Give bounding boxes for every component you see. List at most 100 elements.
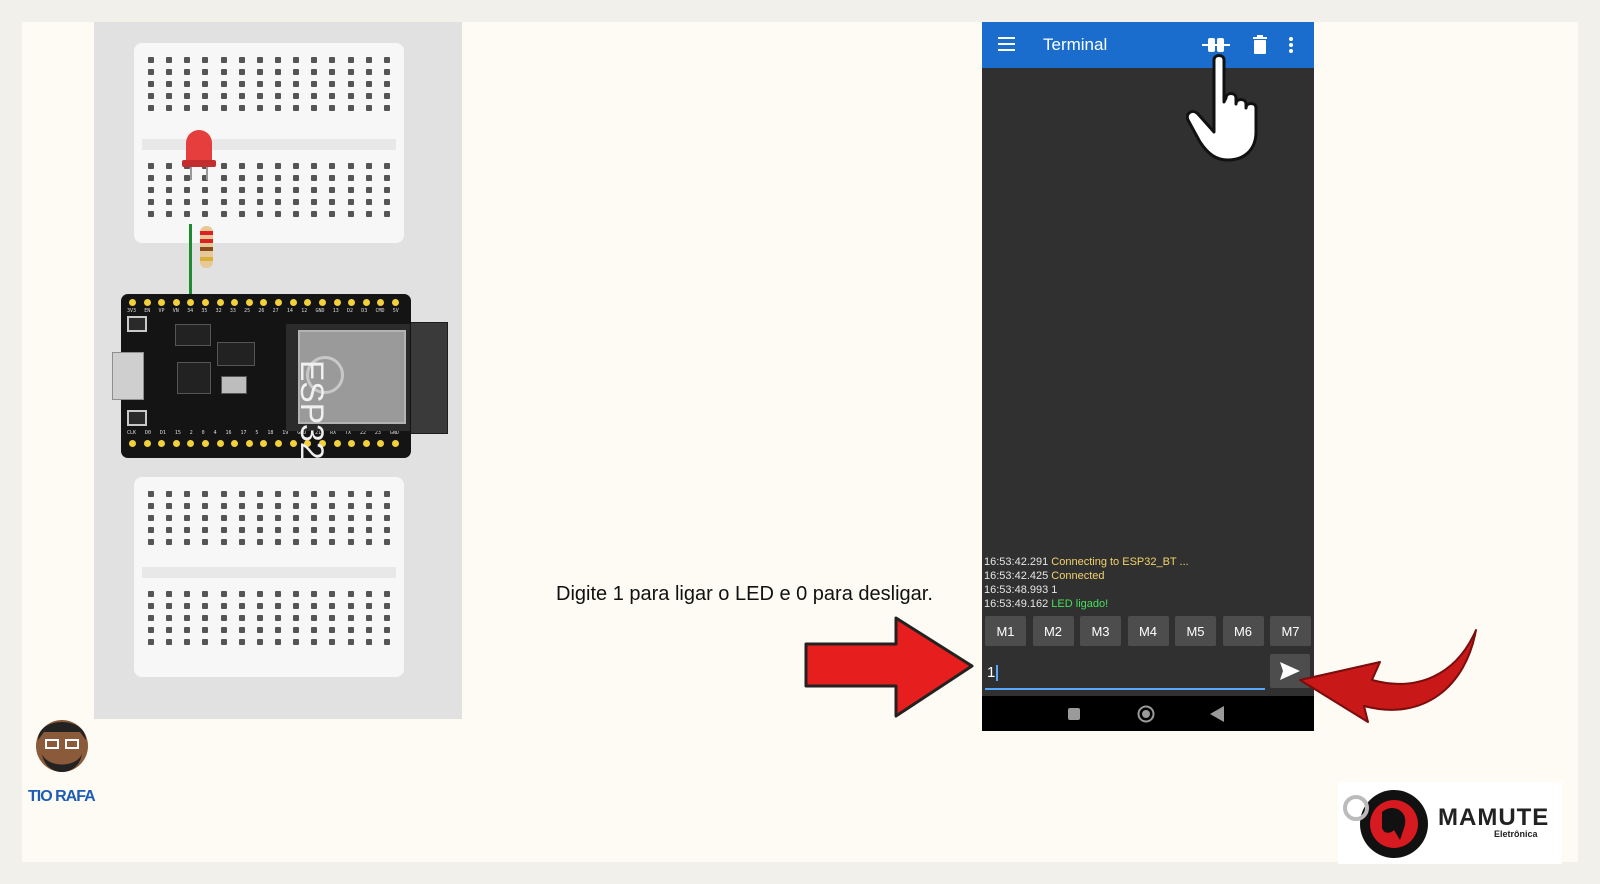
breadboard-hole [202, 93, 209, 99]
breadboard-hole [256, 93, 263, 99]
breadboard-hole [311, 187, 318, 193]
breadboard-hole [148, 81, 155, 87]
breadboard-hole [238, 515, 245, 521]
macro-button-m5[interactable]: M5 [1175, 616, 1216, 646]
breadboard-hole [347, 615, 354, 621]
macro-button-m1[interactable]: M1 [985, 616, 1026, 646]
breadboard-hole [148, 57, 155, 63]
breadboard-hole [311, 527, 318, 533]
breadboard-hole [256, 603, 263, 609]
esp32-pin-label: 17 [240, 430, 247, 436]
breadboard-hole [365, 515, 372, 521]
breadboard-hole [166, 515, 173, 521]
breadboard-hole [311, 503, 318, 509]
macro-button-m2[interactable]: M2 [1032, 616, 1074, 646]
breadboard-hole [293, 187, 300, 193]
breadboard-hole [311, 615, 318, 621]
menu-icon[interactable] [998, 37, 1015, 51]
macro-button-m6[interactable]: M6 [1222, 616, 1264, 646]
breadboard-hole [275, 515, 282, 521]
breadboard-hole [275, 211, 282, 217]
esp32-pin [377, 299, 385, 306]
esp32-pin-label: 27 [272, 308, 279, 314]
breadboard-hole [347, 539, 354, 545]
send-text-input[interactable]: 1 [985, 658, 1265, 690]
breadboard-hole [184, 539, 191, 545]
text-caret [996, 665, 999, 682]
breadboard-hole [184, 57, 191, 63]
breadboard-hole [184, 187, 191, 193]
breadboard-hole [311, 639, 318, 645]
breadboard-hole [347, 163, 354, 169]
esp32-pin-label: D0 [144, 430, 151, 436]
breadboard-bottom [134, 477, 404, 677]
mamute-logo: MAMUTE Eletrônica [1338, 782, 1562, 864]
breadboard-hole [166, 503, 173, 509]
breadboard-hole [293, 491, 300, 497]
breadboard-hole [275, 491, 282, 497]
home-icon[interactable] [1137, 705, 1155, 723]
esp32-pin [348, 299, 356, 306]
breadboard-hole [275, 93, 282, 99]
breadboard-hole [238, 105, 245, 111]
back-icon[interactable] [1210, 706, 1224, 722]
esp32-pin-label: VN [172, 308, 179, 314]
esp32-pin [216, 299, 224, 306]
macro-button-m4[interactable]: M4 [1127, 616, 1169, 646]
breadboard-hole [238, 539, 245, 545]
breadboard-hole [293, 603, 300, 609]
breadboard-hole [275, 57, 282, 63]
breadboard-hole [238, 81, 245, 87]
breadboard-hole [166, 527, 173, 533]
esp32-pin [275, 299, 283, 306]
recents-icon[interactable] [1068, 708, 1080, 720]
macro-button-m3[interactable]: M3 [1080, 616, 1121, 646]
trash-icon[interactable] [1252, 34, 1268, 56]
breadboard-hole [329, 93, 336, 99]
breadboard-hole [166, 615, 173, 621]
breadboard-hole [365, 211, 372, 217]
breadboard-hole [275, 615, 282, 621]
esp32-pin-label: 33 [229, 308, 236, 314]
breadboard-hole [347, 627, 354, 633]
breadboard-hole [166, 591, 173, 597]
breadboard-hole [256, 491, 263, 497]
breadboard-hole [202, 199, 209, 205]
esp32-label: ESP32 [294, 360, 330, 460]
breadboard-hole [256, 187, 263, 193]
plug-connect-icon[interactable] [1202, 34, 1230, 56]
breadboard-top [134, 43, 404, 243]
esp32-pin [333, 299, 341, 306]
breadboard-hole [329, 105, 336, 111]
esp32-pin [172, 299, 180, 306]
esp32-pin [304, 299, 312, 306]
breadboard-hole [256, 163, 263, 169]
red-led [186, 130, 212, 164]
en-button [127, 410, 147, 426]
breadboard-hole [311, 515, 318, 521]
breadboard-hole [293, 639, 300, 645]
breadboard-hole [329, 199, 336, 205]
breadboard-hole [238, 591, 245, 597]
breadboard-hole [365, 175, 372, 181]
more-vert-icon[interactable] [1288, 34, 1294, 56]
breadboard-hole [184, 603, 191, 609]
breadboard-hole [184, 491, 191, 497]
breadboard-hole [148, 211, 155, 217]
mamute-logo-text: MAMUTE [1438, 804, 1550, 831]
breadboard-hole [148, 527, 155, 533]
breadboard-hole [383, 105, 390, 111]
breadboard-hole [256, 175, 263, 181]
breadboard-hole [202, 539, 209, 545]
breadboard-hole [293, 527, 300, 533]
breadboard-hole [166, 163, 173, 169]
breadboard-hole [311, 491, 318, 497]
breadboard-hole [311, 539, 318, 545]
esp32-pin [391, 299, 399, 306]
breadboard-hole [365, 93, 372, 99]
breadboard-hole [293, 57, 300, 63]
esp32-pin [158, 440, 166, 447]
breadboard-hole [311, 211, 318, 217]
breadboard-hole [293, 81, 300, 87]
resistor [200, 226, 213, 268]
